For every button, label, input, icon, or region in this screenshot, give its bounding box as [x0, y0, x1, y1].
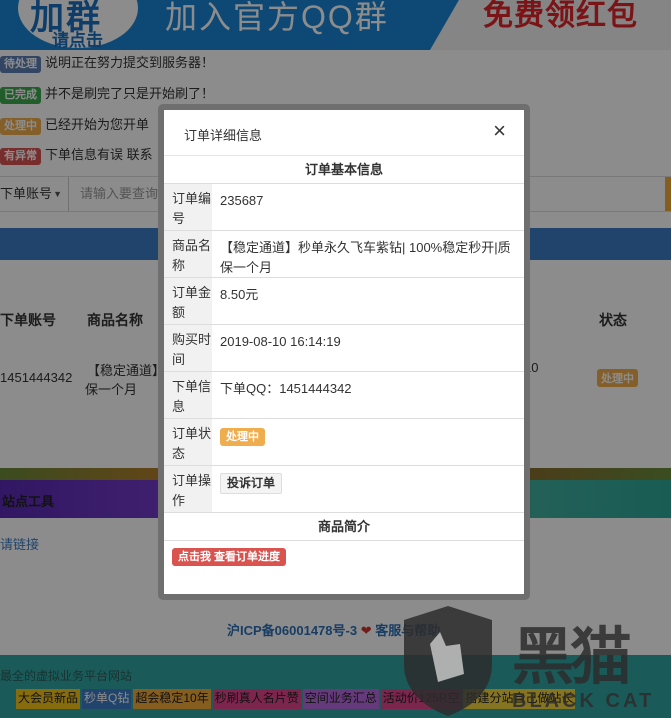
detail-value-purchase-time: 2019-08-10 16:14:19 [220, 334, 341, 349]
detail-value-order-info: 下单QQ：1451444342 [220, 381, 352, 396]
detail-label: 商品名称 [164, 231, 212, 277]
modal-header: 订单详细信息 × [164, 110, 524, 156]
detail-row-status: 订单状态 处理中 [164, 419, 524, 466]
detail-value-actions: 投诉订单 [212, 466, 524, 512]
detail-label: 订单操作 [164, 466, 212, 512]
detail-row-order-info: 下单信息 下单QQ：1451444342 [164, 372, 524, 419]
detail-label: 下单信息 [164, 372, 212, 418]
complain-order-button[interactable]: 投诉订单 [220, 473, 283, 494]
detail-row-amount: 订单金额 8.50元 [164, 278, 524, 325]
detail-row-product-name: 商品名称 【稳定通道】秒单永久飞车紫钻| 100%稳定秒开|质保一个月 [164, 231, 524, 278]
detail-row-purchase-time: 购买时间 2019-08-10 16:14:19 [164, 325, 524, 372]
detail-label: 订单金额 [164, 278, 212, 324]
detail-label: 购买时间 [164, 325, 212, 371]
detail-label: 订单状态 [164, 419, 212, 465]
close-icon[interactable]: × [493, 120, 506, 142]
section-basic-info-heading: 订单基本信息 [164, 156, 524, 184]
order-detail-modal: 订单详细信息 × 订单基本信息 订单编号 235687 商品名称 【稳定通道】秒… [158, 104, 530, 600]
modal-title: 订单详细信息 [184, 128, 263, 143]
detail-value-status: 处理中 [212, 419, 524, 465]
view-progress-button[interactable]: 点击我 查看订单进度 [172, 548, 287, 566]
detail-value-order-id: 235687 [220, 193, 264, 208]
detail-label: 订单编号 [164, 184, 212, 230]
detail-value-product-name: 【稳定通道】秒单永久飞车紫钻| 100%稳定秒开|质保一个月 [220, 240, 511, 275]
black-cat-shield-icon [404, 606, 492, 716]
detail-row-actions: 订单操作 投诉订单 [164, 466, 524, 513]
status-badge: 处理中 [220, 428, 265, 446]
watermark-text: 黑猫 [512, 623, 632, 692]
section-description-heading: 商品简介 [164, 513, 524, 541]
watermark-subtext: BLACK CAT [512, 690, 655, 712]
detail-row-order-id: 订单编号 235687 [164, 184, 524, 231]
modal-content: 订单详细信息 × 订单基本信息 订单编号 235687 商品名称 【稳定通道】秒… [164, 110, 524, 594]
detail-value-amount: 8.50元 [220, 287, 259, 302]
